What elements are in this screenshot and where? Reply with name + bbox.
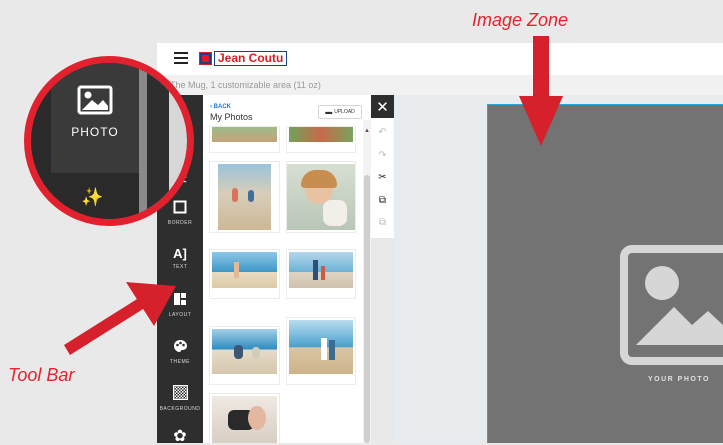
image-zone-arrow [519, 36, 563, 146]
annotation-image-zone: Image Zone [472, 10, 569, 30]
annotation-arrows [64, 36, 563, 355]
tool-bar-arrow [64, 282, 176, 355]
annotation-tool-bar: Tool Bar [8, 365, 75, 385]
